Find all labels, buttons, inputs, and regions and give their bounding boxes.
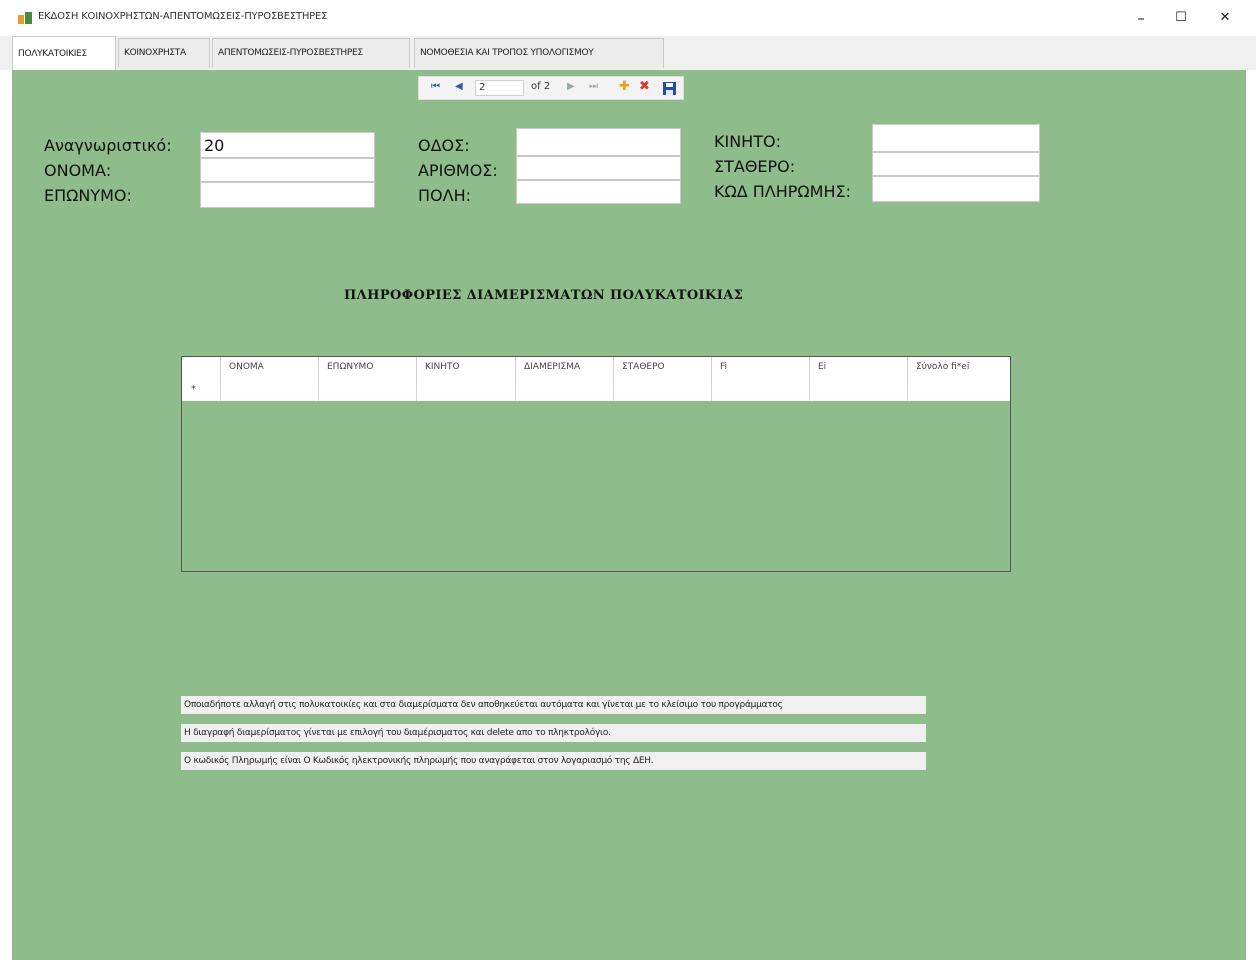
street-label: ΟΔΟΣ: (418, 136, 470, 155)
apartments-section-title: ΠΛΗΡΟΦΟΡΙΕΣ ΔΙΑΜΕΡΙΣΜΑΤΩΝ ΠΟΛΥΚΑΤΟΙΚΙΑΣ (344, 288, 744, 303)
id-label: Αναγνωριστικό: (44, 136, 172, 155)
tab-nomothesia[interactable]: ΝΟΜΟΘΕΣΙΑ ΚΑΙ ΤΡΟΠΟΣ ΥΠΟΛΟΓΙΣΜΟΥ (414, 38, 664, 68)
move-first-button[interactable]: ⏮ (431, 81, 440, 92)
grid-cell[interactable] (319, 379, 417, 401)
grid-cell[interactable] (417, 379, 516, 401)
note-save-info: Οποιαδήποτε αλλαγή στις πολυκατοικίες κα… (181, 696, 926, 714)
city-field[interactable] (516, 180, 681, 204)
grid-cell[interactable] (516, 379, 614, 401)
record-count-label: of 2 (531, 81, 551, 92)
mobile-field[interactable] (872, 124, 1040, 152)
maximize-button[interactable]: ☐ (1158, 5, 1204, 31)
save-icon[interactable] (663, 82, 676, 95)
name-label: ΟΝΟΜΑ: (44, 161, 112, 180)
city-label: ΠΟΛΗ: (418, 186, 471, 205)
landline-label: ΣΤΑΘΕΡΟ: (714, 157, 796, 176)
grid-cell[interactable] (614, 379, 712, 401)
add-new-icon[interactable]: ✚ (619, 79, 630, 94)
number-field[interactable] (516, 156, 681, 180)
name-field[interactable] (200, 158, 375, 182)
app-icon (18, 12, 32, 24)
paycode-label: ΚΩΔ ΠΛΗΡΩΜΗΣ: (714, 182, 851, 201)
tab-polykatoikies[interactable]: ΠΟΛΥΚΑΤΟΙΚΙΕΣ (12, 36, 116, 70)
title-bar: ΕΚΔΟΣΗ ΚΟΙΝΟΧΡΗΣΤΩΝ-ΑΠΕΝΤΟΜΩΣΕΙΣ-ΠΥΡΟΣΒΕ… (0, 0, 1256, 36)
tab-koinoxrista[interactable]: ΚΟΙΝΟΧΡΗΣΤΑ (118, 38, 210, 68)
note-delete-info: Η διαγραφή διαμερίσματος γίνεται με επιλ… (181, 724, 926, 742)
close-button[interactable]: ✕ (1202, 5, 1248, 31)
surname-field[interactable] (200, 182, 375, 208)
move-last-button[interactable]: ⏭ (589, 81, 598, 92)
column-header-fi[interactable]: Fi (712, 357, 810, 379)
tab-apentomoseis[interactable]: ΑΠΕΝΤΟΜΩΣΕΙΣ-ΠΥΡΟΣΒΕΣΤΗΡΕΣ (212, 38, 410, 68)
delete-icon[interactable]: ✖ (639, 79, 650, 94)
column-header-ei[interactable]: Ei (810, 357, 908, 379)
grid-cell[interactable] (810, 379, 908, 401)
grid-row-header-corner (182, 357, 221, 379)
landline-field[interactable] (872, 152, 1040, 176)
column-header-stathero[interactable]: ΣΤΑΘΕΡΟ (614, 357, 712, 379)
grid-new-row[interactable]: * (182, 379, 1010, 401)
binding-navigator: ⏮ ◀ 2 of 2 ▶ ⏭ ✚ ✖ (418, 76, 684, 100)
move-previous-button[interactable]: ◀ (455, 81, 463, 92)
number-label: ΑΡΙΘΜΟΣ: (418, 161, 498, 180)
grid-cell[interactable] (221, 379, 319, 401)
window-title: ΕΚΔΟΣΗ ΚΟΙΝΟΧΡΗΣΤΩΝ-ΑΠΕΝΤΟΜΩΣΕΙΣ-ΠΥΡΟΣΒΕ… (38, 11, 328, 22)
tab-page-polykatoikies: ⏮ ◀ 2 of 2 ▶ ⏭ ✚ ✖ Αναγνωριστικό: ΟΝΟΜΑ:… (12, 70, 1246, 960)
position-input[interactable]: 2 (475, 80, 524, 96)
grid-cell[interactable] (712, 379, 810, 401)
column-header-onoma[interactable]: ΟΝΟΜΑ (221, 357, 319, 379)
mobile-label: ΚΙΝΗΤΟ: (714, 132, 781, 151)
column-header-synolo[interactable]: Σύνολο fi*ei (908, 357, 1010, 379)
column-header-diamerisma[interactable]: ΔΙΑΜΕΡΙΣΜΑ (516, 357, 614, 379)
grid-cell[interactable] (908, 379, 1010, 401)
paycode-field[interactable] (872, 176, 1040, 202)
new-row-marker: * (182, 379, 221, 401)
surname-label: ΕΠΩΝΥΜΟ: (44, 186, 132, 205)
column-header-eponymo[interactable]: ΕΠΩΝΥΜΟ (319, 357, 417, 379)
tab-strip: ΠΟΛΥΚΑΤΟΙΚΙΕΣ ΚΟΙΝΟΧΡΗΣΤΑ ΑΠΕΝΤΟΜΩΣΕΙΣ-Π… (0, 36, 1256, 70)
id-field[interactable]: 20 (200, 132, 375, 158)
grid-header: ΟΝΟΜΑ ΕΠΩΝΥΜΟ ΚΙΝΗΤΟ ΔΙΑΜΕΡΙΣΜΑ ΣΤΑΘΕΡΟ … (182, 357, 1010, 380)
apartments-grid[interactable]: ΟΝΟΜΑ ΕΠΩΝΥΜΟ ΚΙΝΗΤΟ ΔΙΑΜΕΡΙΣΜΑ ΣΤΑΘΕΡΟ … (181, 356, 1011, 572)
street-field[interactable] (516, 128, 681, 156)
column-header-kinito[interactable]: ΚΙΝΗΤΟ (417, 357, 516, 379)
move-next-button[interactable]: ▶ (567, 81, 575, 92)
note-paycode-info: Ο κωδικός Πληρωμής είναι Ο Κωδικός ηλεκτ… (181, 752, 926, 770)
